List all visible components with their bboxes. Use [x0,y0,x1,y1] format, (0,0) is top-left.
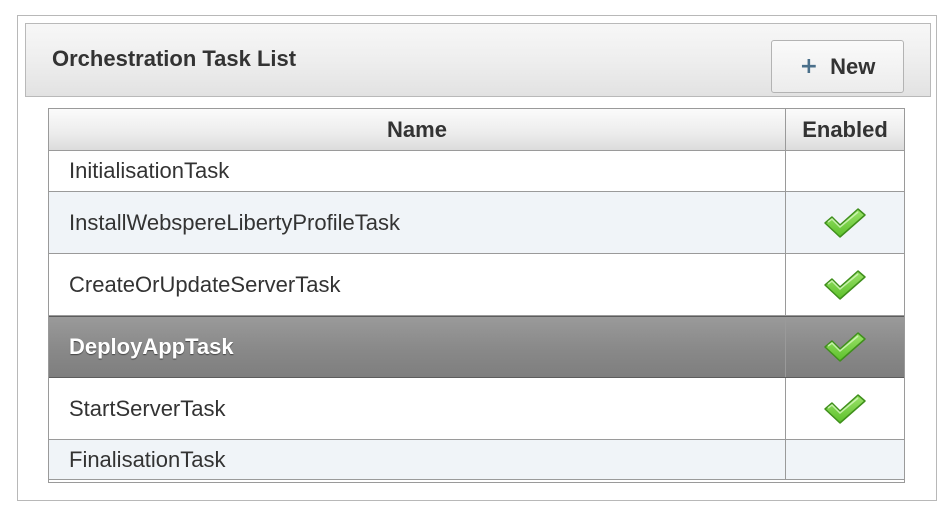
grid-body: InitialisationTask InstallWebspereLiberty… [49,151,904,480]
table-row[interactable]: InstallWebspereLibertyProfileTask [49,192,904,254]
checkmark-icon [822,205,868,241]
enabled-cell [786,317,904,377]
task-grid: Name Enabled InitialisationTask InstallWe… [48,108,905,483]
task-name-cell: InstallWebspereLibertyProfileTask [49,192,786,253]
table-row[interactable]: CreateOrUpdateServerTask [49,254,904,316]
column-header-enabled[interactable]: Enabled [786,109,904,150]
enabled-cell [786,254,904,315]
table-row[interactable]: DeployAppTask [49,316,904,378]
table-row[interactable]: FinalisationTask [49,440,904,480]
checkmark-icon [822,391,868,427]
task-name-cell: CreateOrUpdateServerTask [49,254,786,315]
enabled-cell [786,440,904,479]
task-name-cell: StartServerTask [49,378,786,439]
table-row[interactable]: StartServerTask [49,378,904,440]
checkmark-icon [822,267,868,303]
task-name-cell: FinalisationTask [49,440,786,479]
checkmark-icon [822,329,868,365]
enabled-cell [786,151,904,191]
panel-title: Orchestration Task List [52,46,297,71]
task-name-cell: InitialisationTask [49,151,786,191]
grid-header: Name Enabled [49,109,904,151]
table-row[interactable]: InitialisationTask [49,151,904,192]
enabled-cell [786,378,904,439]
enabled-cell [786,192,904,253]
panel-header: Orchestration Task List + New [25,23,931,97]
column-header-name[interactable]: Name [49,109,786,150]
new-task-button[interactable]: + New [771,40,904,93]
plus-icon: + [799,53,819,79]
new-button-label: New [830,53,876,79]
task-name-cell: DeployAppTask [49,317,786,377]
